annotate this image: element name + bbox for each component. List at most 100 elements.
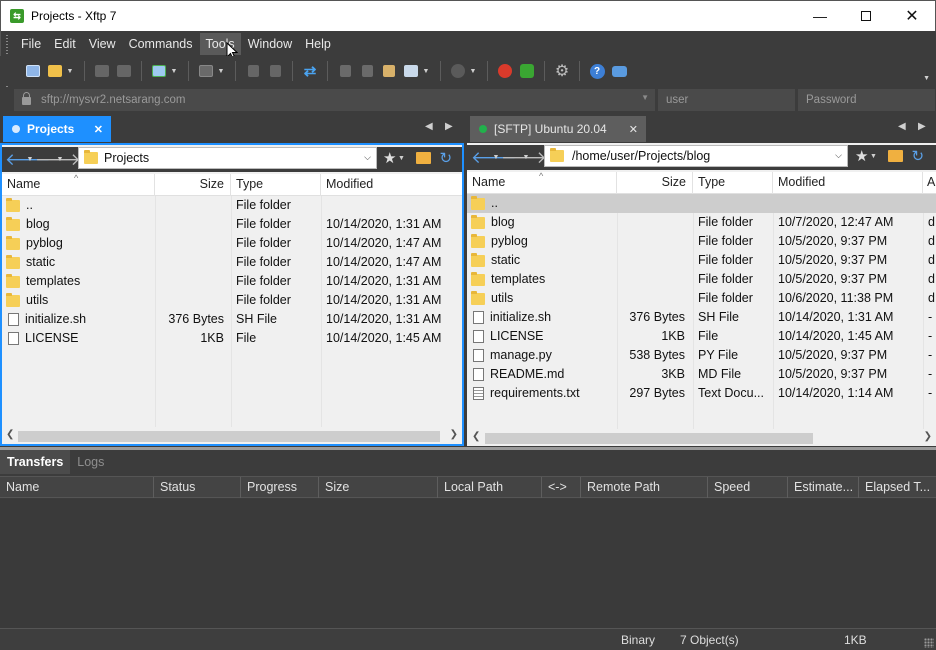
netsarang-button[interactable]: [494, 60, 516, 82]
paste-button[interactable]: [378, 60, 400, 82]
scroll-left-icon[interactable]: ❮: [6, 429, 14, 440]
layout-dropdown[interactable]: ▼: [422, 60, 430, 82]
scroll-left-icon[interactable]: ❮: [472, 431, 480, 442]
local-path-field[interactable]: Projects ⌵: [78, 147, 377, 169]
transfer-col-progress[interactable]: Progress: [241, 477, 319, 498]
layout-button[interactable]: [400, 60, 422, 82]
file-row[interactable]: utils File folder 10/14/2020, 1:31 AM: [2, 291, 462, 310]
open-session-dropdown[interactable]: ▼: [66, 60, 74, 82]
parent-folder-icon[interactable]: [888, 150, 904, 162]
file-row[interactable]: pyblog File folder 10/14/2020, 1:47 AM: [2, 234, 462, 253]
transfer-col-direction[interactable]: <->: [542, 477, 581, 498]
file-row[interactable]: templates File folder 10/14/2020, 1:31 AM: [2, 272, 462, 291]
disconnect-button[interactable]: [113, 60, 135, 82]
scroll-right-icon[interactable]: ❯: [450, 429, 458, 440]
bookmark-dropdown-icon[interactable]: ▼: [868, 153, 878, 160]
bookmark-star-icon[interactable]: ★: [855, 147, 868, 165]
tab-transfers[interactable]: Transfers: [0, 450, 71, 474]
tab-scroll-left-icon[interactable]: ◀: [898, 121, 906, 132]
upload-button[interactable]: [242, 60, 264, 82]
back-dropdown-icon[interactable]: ▼: [491, 154, 501, 161]
tab-projects[interactable]: Projects ✕: [3, 116, 111, 142]
host-dropdown-icon[interactable]: ▼: [641, 93, 649, 102]
bookmark-dropdown-icon[interactable]: ▼: [396, 155, 406, 162]
column-header-size[interactable]: Size: [617, 172, 693, 194]
file-row[interactable]: static File folder 10/5/2020, 9:37 PM d: [467, 251, 936, 270]
status-dropdown[interactable]: ▼: [469, 60, 477, 82]
copy-button[interactable]: [334, 60, 356, 82]
open-session-button[interactable]: [44, 60, 66, 82]
file-row[interactable]: blog File folder 10/7/2020, 12:47 AM d: [467, 213, 936, 232]
file-row[interactable]: .. File folder: [2, 196, 462, 215]
toolbar-overflow-icon[interactable]: ▼: [923, 75, 930, 82]
cut-button[interactable]: [356, 60, 378, 82]
transfer-col-status[interactable]: Status: [154, 477, 241, 498]
column-header-name[interactable]: Name ^: [467, 171, 617, 194]
menu-commands[interactable]: Commands: [123, 33, 199, 55]
file-row[interactable]: pyblog File folder 10/5/2020, 9:37 PM d: [467, 232, 936, 251]
transfer-col-elapsed[interactable]: Elapsed T...: [859, 477, 936, 498]
scroll-right-icon[interactable]: ❯: [924, 431, 932, 442]
transfer-col-estimate[interactable]: Estimate...: [788, 477, 859, 498]
refresh-icon[interactable]: ↻: [439, 149, 452, 167]
menu-window[interactable]: Window: [242, 33, 298, 55]
username-field[interactable]: user: [658, 89, 795, 111]
file-row[interactable]: LICENSE 1KB File 10/14/2020, 1:45 AM -: [467, 327, 936, 346]
transfer-col-local-path[interactable]: Local Path: [438, 477, 542, 498]
maximize-button[interactable]: [843, 1, 889, 31]
file-row[interactable]: requirements.txt 297 Bytes Text Docu... 10/…: [467, 384, 936, 403]
file-row[interactable]: static File folder 10/14/2020, 1:47 AM: [2, 253, 462, 272]
new-tab-dropdown[interactable]: ▼: [170, 60, 178, 82]
refresh-icon[interactable]: ↻: [911, 147, 924, 165]
scroll-thumb[interactable]: [485, 433, 813, 444]
tab-scroll-left-icon[interactable]: ◀: [425, 121, 433, 132]
back-arrow-icon[interactable]: 🡐: [471, 148, 517, 168]
close-tab-icon[interactable]: ✕: [94, 123, 103, 136]
menu-edit[interactable]: Edit: [48, 33, 82, 55]
menu-help[interactable]: Help: [299, 33, 337, 55]
download-button[interactable]: [264, 60, 286, 82]
close-button[interactable]: ✕: [889, 1, 935, 31]
tab-sftp-ubuntu[interactable]: [SFTP] Ubuntu 20.04 ✕: [470, 116, 646, 142]
menu-file[interactable]: File: [15, 33, 47, 55]
file-row[interactable]: initialize.sh 376 Bytes SH File 10/14/2020,…: [2, 310, 462, 329]
forward-arrow-icon[interactable]: 🡒: [501, 148, 547, 168]
remote-horizontal-scrollbar[interactable]: ❮ ❯: [467, 429, 936, 446]
terminal-button[interactable]: [195, 60, 217, 82]
help-button[interactable]: ?: [586, 60, 608, 82]
transfer-col-remote-path[interactable]: Remote Path: [581, 477, 708, 498]
chat-button[interactable]: [608, 60, 630, 82]
status-button[interactable]: [447, 60, 469, 82]
path-dropdown-icon[interactable]: ⌵: [835, 150, 842, 161]
back-dropdown-icon[interactable]: ▼: [25, 156, 35, 163]
column-header-attributes[interactable]: A: [923, 172, 936, 194]
forward-dropdown-icon[interactable]: ▼: [521, 154, 531, 161]
new-session-button[interactable]: [22, 60, 44, 82]
xftp-button[interactable]: [516, 60, 538, 82]
remote-path-field[interactable]: /home/user/Projects/blog ⌵: [544, 145, 848, 167]
transfer-col-speed[interactable]: Speed: [708, 477, 788, 498]
terminal-dropdown[interactable]: ▼: [217, 60, 225, 82]
tab-scroll-right-icon[interactable]: ▶: [918, 121, 926, 132]
host-address-field[interactable]: sftp://mysvr2.netsarang.com ▼: [14, 89, 655, 111]
column-header-modified[interactable]: Modified: [773, 172, 923, 194]
new-tab-button[interactable]: [148, 60, 170, 82]
forward-dropdown-icon[interactable]: ▼: [55, 156, 65, 163]
file-row[interactable]: ..: [467, 194, 936, 213]
back-arrow-icon[interactable]: 🡐: [5, 150, 51, 170]
bookmark-star-icon[interactable]: ★: [383, 149, 396, 167]
sync-button[interactable]: ⇄: [299, 60, 321, 82]
column-header-size[interactable]: Size: [155, 174, 231, 196]
local-horizontal-scrollbar[interactable]: ❮ ❯: [2, 427, 462, 444]
file-row[interactable]: initialize.sh 376 Bytes SH File 10/14/2020,…: [467, 308, 936, 327]
path-dropdown-icon[interactable]: ⌵: [364, 152, 371, 163]
close-tab-icon[interactable]: ✕: [629, 123, 638, 136]
tab-scroll-right-icon[interactable]: ▶: [445, 121, 453, 132]
column-header-type[interactable]: Type: [231, 174, 321, 196]
file-row[interactable]: manage.py 538 Bytes PY File 10/5/2020, 9:37…: [467, 346, 936, 365]
parent-folder-icon[interactable]: [416, 152, 432, 164]
transfer-col-size[interactable]: Size: [319, 477, 438, 498]
file-row[interactable]: LICENSE 1KB File 10/14/2020, 1:45 AM: [2, 329, 462, 348]
column-header-type[interactable]: Type: [693, 172, 773, 194]
minimize-button[interactable]: —: [797, 1, 843, 31]
